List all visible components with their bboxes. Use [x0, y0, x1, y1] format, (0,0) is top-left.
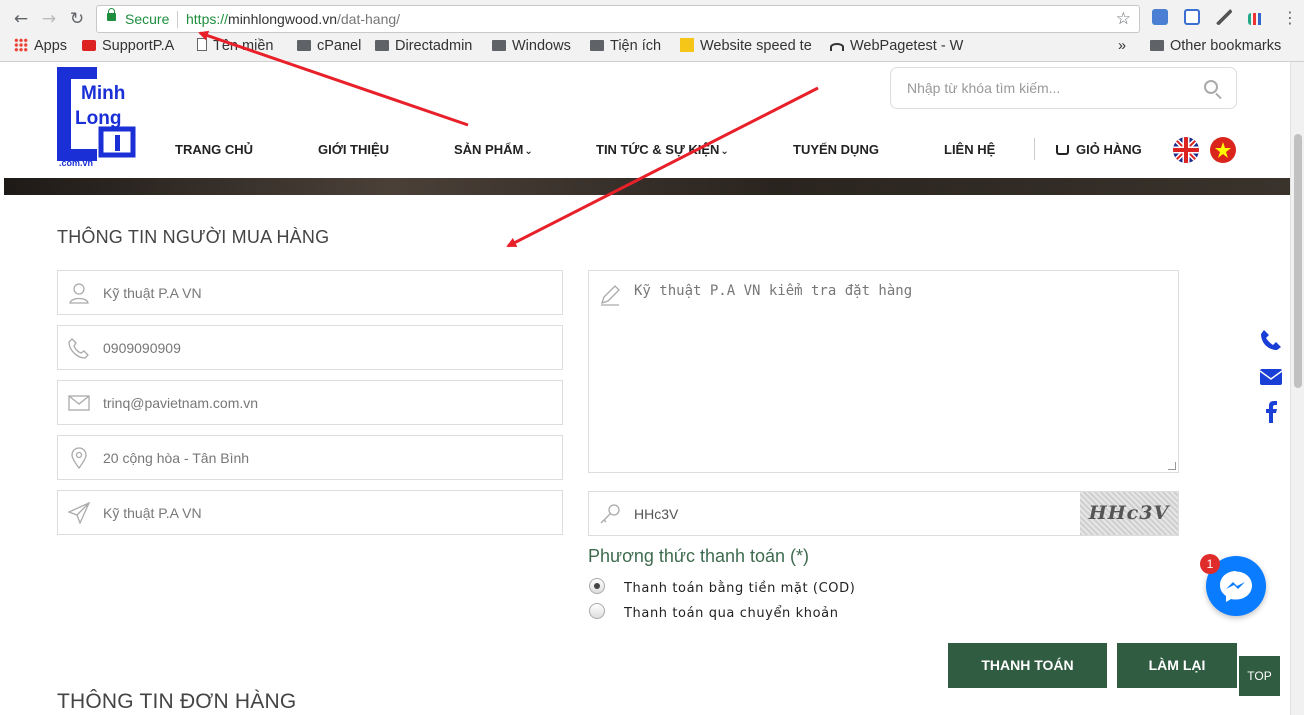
hero-banner — [4, 178, 1290, 195]
search-placeholder: Nhập từ khóa tìm kiếm... — [907, 80, 1061, 96]
logo-text-long: Long — [75, 108, 121, 129]
extension-chart-icon[interactable] — [1248, 13, 1264, 25]
scrollbar-thumb[interactable] — [1294, 134, 1302, 388]
mail-icon[interactable] — [1259, 365, 1283, 389]
captcha-image: HHc3V — [1080, 492, 1178, 535]
user-icon — [69, 283, 89, 304]
gauge-icon — [830, 43, 844, 51]
checkout-button[interactable]: THANH TOÁN — [948, 643, 1107, 688]
facebook-icon[interactable] — [1259, 400, 1283, 424]
nav-cart[interactable]: GIỎ HÀNG — [1056, 142, 1142, 157]
p-icon — [680, 38, 694, 52]
logo-text-minh: Minh — [81, 83, 125, 104]
phone-field[interactable]: 0909090909 — [57, 325, 563, 370]
address-bar[interactable]: Secure https://minhlongwood.vn/dat-hang/… — [96, 5, 1140, 33]
extension-translate-icon[interactable] — [1152, 9, 1168, 25]
lock-icon — [107, 8, 116, 21]
bookmark-cpanel[interactable]: cPanel — [297, 38, 361, 54]
bookmark-webpagetest[interactable]: WebPagetest - W — [830, 38, 963, 54]
bookmark-icon — [82, 40, 96, 51]
extra-field[interactable]: Kỹ thuật P.A VN — [57, 490, 563, 535]
name-value: Kỹ thuật P.A VN — [103, 285, 202, 301]
payment-cod-label[interactable]: Thanh toán bằng tiền mặt (COD) — [624, 581, 855, 596]
folder-icon — [492, 40, 506, 51]
captcha-value: HHc3V — [634, 506, 679, 522]
map-pin-icon — [71, 447, 87, 469]
nav-home[interactable]: TRANG CHỦ — [175, 142, 253, 157]
folder-icon — [297, 40, 311, 51]
nav-products[interactable]: SẢN PHẨM — [454, 142, 533, 157]
bookmark-other[interactable]: Other bookmarks — [1150, 38, 1281, 54]
message-value: Kỹ thuật P.A VN kiểm tra đặt hàng — [634, 283, 913, 299]
site-logo[interactable]: Minh Long .com.vn — [57, 67, 137, 167]
messenger-badge: 1 — [1200, 554, 1220, 574]
nav-news[interactable]: TIN TỨC & SỰ KIỆN — [596, 142, 729, 157]
logo-text-suffix: .com.vn — [59, 158, 93, 167]
payment-transfer-radio[interactable] — [589, 603, 605, 619]
phone-value: 0909090909 — [103, 340, 181, 356]
folder-icon — [590, 40, 604, 51]
nav-contact[interactable]: LIÊN HỆ — [944, 142, 995, 157]
bookmark-tien-ich[interactable]: Tiện ích — [590, 38, 661, 54]
captcha-field[interactable]: HHc3V HHc3V — [588, 491, 1179, 536]
reload-icon[interactable]: ↻ — [66, 8, 88, 30]
phone-icon — [68, 338, 89, 359]
bookmarks-bar: Apps SupportP.A Tên miền cPanel Directad… — [0, 36, 1304, 58]
search-icon[interactable] — [1204, 80, 1218, 94]
nav-about[interactable]: GIỚI THIỆU — [318, 142, 389, 157]
address-field[interactable]: 20 cộng hòa - Tân Bình — [57, 435, 563, 480]
pencil-icon — [600, 285, 620, 306]
flag-vn-icon[interactable] — [1210, 137, 1236, 163]
folder-icon — [375, 40, 389, 51]
bookmark-ten-mien[interactable]: Tên miền — [197, 38, 273, 54]
payment-cod-radio[interactable] — [589, 578, 605, 594]
reset-button[interactable]: LÀM LẠI — [1117, 643, 1237, 688]
folder-icon — [1150, 40, 1164, 51]
browser-chrome: ← → ↻ Secure https://minhlongwood.vn/dat… — [0, 0, 1304, 62]
url-separator — [177, 11, 178, 28]
bookmark-star-icon[interactable]: ☆ — [1116, 9, 1131, 29]
page-content: Minh Long .com.vn Nhập từ khóa tìm kiếm.… — [4, 62, 1290, 715]
extension-box-icon[interactable] — [1184, 9, 1200, 25]
buyer-info-title: THÔNG TIN NGƯỜI MUA HÀNG — [57, 227, 330, 247]
resize-handle[interactable] — [1168, 462, 1176, 470]
key-icon — [600, 504, 620, 524]
apps-icon — [14, 38, 28, 52]
page-scrollbar[interactable] — [1290, 62, 1304, 715]
url-text[interactable]: https://minhlongwood.vn/dat-hang/ — [186, 11, 400, 27]
browser-menu-icon[interactable]: ⋮ — [1282, 8, 1298, 27]
address-value: 20 cộng hòa - Tân Bình — [103, 450, 250, 466]
bookmark-website-speed[interactable]: Website speed te — [680, 38, 812, 54]
bookmark-supportpa[interactable]: SupportP.A — [82, 38, 174, 54]
flag-uk-icon[interactable] — [1173, 137, 1199, 163]
extension-eyedropper-icon[interactable] — [1216, 9, 1232, 25]
page-icon — [197, 38, 207, 51]
bookmark-apps[interactable]: Apps — [14, 38, 67, 54]
send-icon — [68, 502, 90, 524]
order-info-title: THÔNG TIN ĐƠN HÀNG — [57, 690, 297, 713]
extra-value: Kỹ thuật P.A VN — [103, 505, 202, 521]
payment-method-title: Phương thức thanh toán (*) — [588, 546, 810, 566]
payment-transfer-label[interactable]: Thanh toán qua chuyển khoản — [624, 606, 839, 621]
name-field[interactable]: Kỹ thuật P.A VN — [57, 270, 563, 315]
nav-careers[interactable]: TUYỂN DỤNG — [793, 142, 879, 157]
forward-icon[interactable]: → — [38, 8, 60, 30]
message-textarea[interactable]: Kỹ thuật P.A VN kiểm tra đặt hàng — [588, 270, 1179, 473]
email-field[interactable]: trinq@pavietnam.com.vn — [57, 380, 563, 425]
cart-icon — [1056, 145, 1069, 155]
site-search-input[interactable]: Nhập từ khóa tìm kiếm... — [890, 67, 1237, 109]
nav-divider — [1034, 138, 1035, 160]
bookmark-windows[interactable]: Windows — [492, 38, 571, 54]
phone-call-icon[interactable] — [1259, 328, 1283, 352]
envelope-icon — [68, 395, 90, 411]
email-value: trinq@pavietnam.com.vn — [103, 395, 259, 411]
back-icon[interactable]: ← — [10, 8, 32, 30]
back-to-top-button[interactable]: TOP — [1239, 656, 1280, 696]
bookmark-directadmin[interactable]: Directadmin — [375, 38, 472, 54]
secure-label: Secure — [125, 11, 170, 27]
bookmarks-overflow[interactable]: » — [1118, 38, 1126, 54]
